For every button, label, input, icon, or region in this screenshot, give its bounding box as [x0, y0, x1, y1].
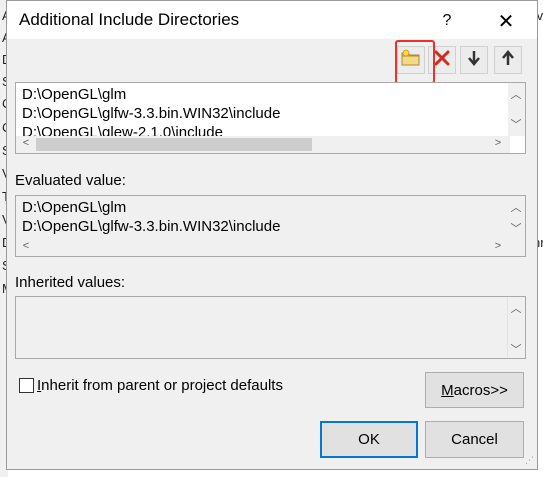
dialog-title: Additional Include Directories	[19, 10, 240, 29]
vertical-scrollbar[interactable]: ︿ ﹀	[508, 83, 525, 136]
directories-edit-box[interactable]: D:\OpenGL\glm D:\OpenGL\glfw-3.3.bin.WIN…	[15, 82, 526, 154]
ok-button[interactable]: OK	[320, 421, 418, 458]
arrow-down-icon	[466, 49, 482, 72]
cancel-button[interactable]: Cancel	[425, 421, 524, 458]
close-button[interactable]: ✕	[490, 7, 522, 35]
macros-mnemonic: M	[441, 381, 454, 399]
scroll-right-icon[interactable]: >	[490, 137, 506, 149]
vertical-scrollbar[interactable]: ︿ ﹀	[507, 297, 525, 358]
resize-grip-icon[interactable]: ⋰	[525, 455, 534, 466]
scroll-left-icon[interactable]: <	[18, 137, 34, 149]
move-down-button[interactable]	[460, 46, 488, 74]
scroll-up-icon[interactable]: ︿	[508, 300, 524, 316]
vertical-scrollbar[interactable]: ︿ ﹀	[508, 196, 525, 239]
directory-line[interactable]: D:\OpenGL\glfw-3.3.bin.WIN32\include	[22, 105, 280, 122]
scroll-up-icon[interactable]: ︿	[508, 86, 524, 102]
horizontal-scrollbar[interactable]: < >	[16, 239, 510, 256]
directory-line[interactable]: D:\OpenGL\glm	[22, 86, 126, 103]
evaluated-line: D:\OpenGL\glfw-3.3.bin.WIN32\include	[22, 218, 281, 235]
help-button[interactable]: ?	[432, 7, 462, 35]
horizontal-scrollbar[interactable]: < >	[16, 136, 510, 153]
evaluated-value-label: Evaluated value:	[15, 172, 126, 189]
scroll-down-icon[interactable]: ﹀	[508, 341, 524, 357]
scroll-right-icon[interactable]: >	[490, 240, 506, 252]
macros-button[interactable]: Macros>>	[425, 372, 524, 408]
inherit-checkbox[interactable]	[19, 378, 34, 393]
macros-label-rest: acros>>	[453, 381, 508, 399]
scroll-up-icon[interactable]: ︿	[508, 199, 524, 215]
evaluated-line: D:\OpenGL\glm	[22, 199, 127, 216]
scrollbar-thumb[interactable]	[36, 138, 312, 151]
scroll-left-icon[interactable]: <	[18, 240, 34, 252]
scroll-down-icon[interactable]: ﹀	[508, 220, 524, 236]
inherit-checkbox-label-rest: nherit from parent or project defaults	[41, 377, 283, 394]
highlight-box	[395, 40, 435, 84]
delete-x-icon	[433, 49, 451, 72]
move-up-button[interactable]	[494, 46, 522, 74]
inherited-values-label: Inherited values:	[15, 274, 126, 291]
title-bar: Additional Include Directories ? ✕	[7, 1, 537, 39]
inherit-checkbox-label[interactable]: Inherit from parent or project defaults	[37, 377, 283, 394]
scroll-down-icon[interactable]: ﹀	[508, 116, 524, 132]
inherited-values-box: ︿ ﹀	[15, 296, 526, 359]
arrow-up-icon	[500, 49, 516, 72]
include-directories-dialog: Additional Include Directories ? ✕ D:\Op…	[6, 0, 538, 470]
evaluated-value-box: D:\OpenGL\glm D:\OpenGL\glfw-3.3.bin.WIN…	[15, 195, 526, 257]
